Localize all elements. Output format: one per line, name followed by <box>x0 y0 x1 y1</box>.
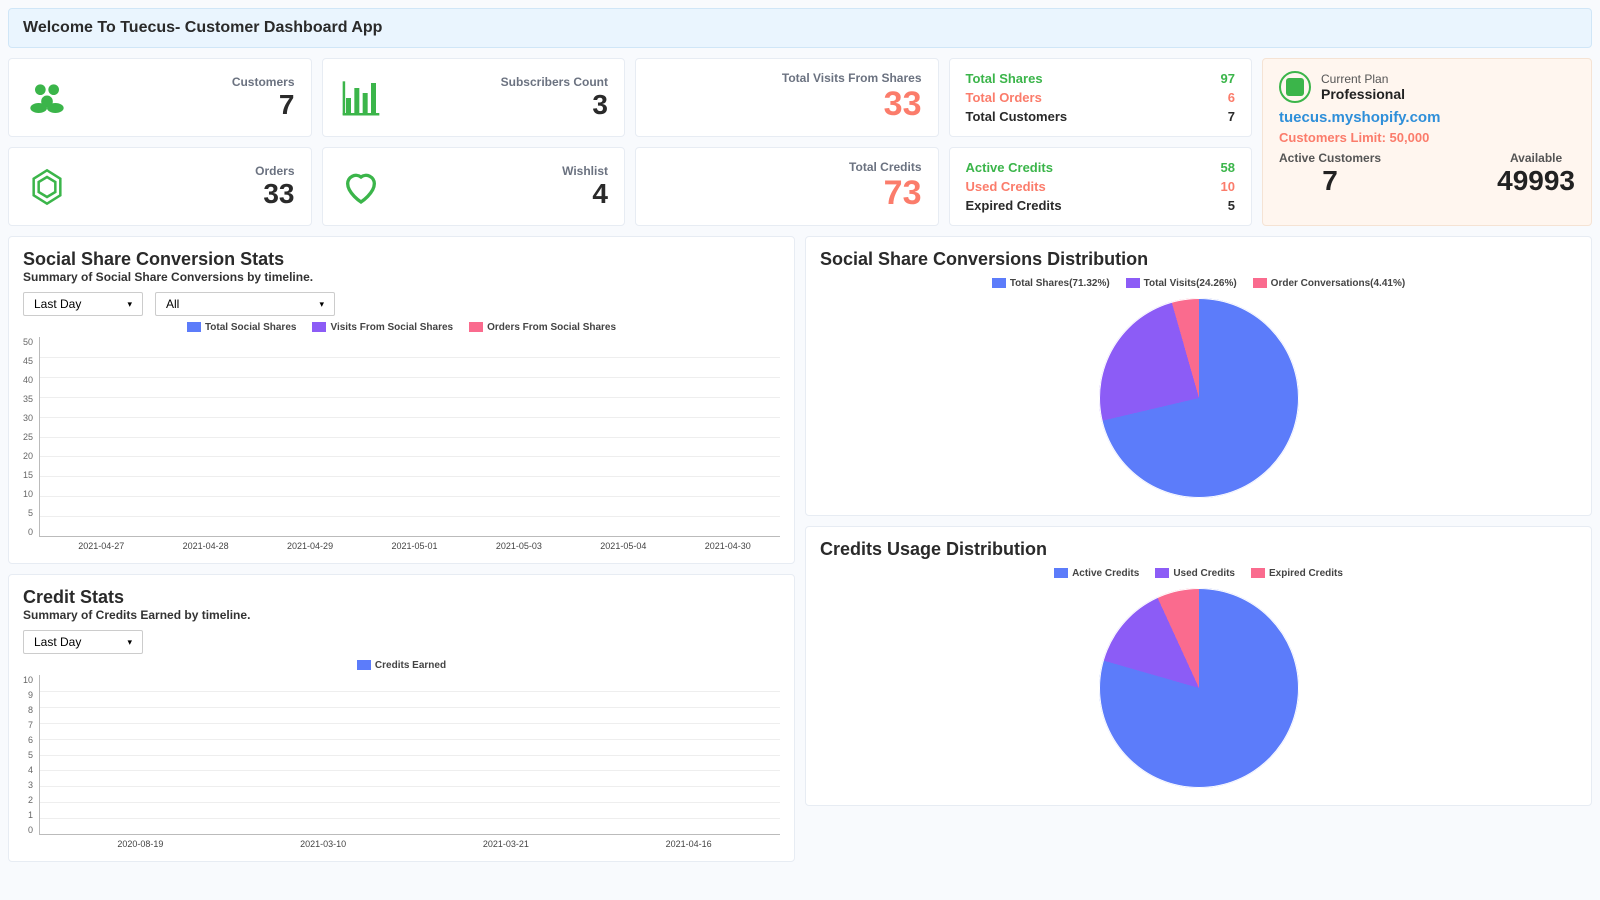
metric-card: Subscribers Count3 <box>322 58 626 137</box>
plan-limit: Customers Limit: 50,000 <box>1279 130 1575 145</box>
chart-subtitle: Summary of Credits Earned by timeline. <box>23 608 780 622</box>
credits-usage-pie-card: Credits Usage Distribution Active Credit… <box>805 526 1592 806</box>
chart-title: Social Share Conversion Stats <box>23 249 780 270</box>
chevron-down-icon <box>127 299 132 310</box>
social-share-pie-card: Social Share Conversions Distribution To… <box>805 236 1592 516</box>
stats-card: Total Shares97Total Orders6Total Custome… <box>949 58 1253 137</box>
plan-domain: tuecus.myshopify.com <box>1279 109 1575 126</box>
chart-title: Credit Stats <box>23 587 780 608</box>
users-icon <box>25 78 69 118</box>
plan-card: Current Plan Professional tuecus.myshopi… <box>1262 58 1592 226</box>
metric-value: 33 <box>652 85 922 124</box>
page-title: Welcome To Tuecus- Customer Dashboard Ap… <box>8 8 1592 48</box>
metric-card: Orders33 <box>8 147 312 226</box>
plan-name: Professional <box>1321 86 1405 102</box>
metric-card: Wishlist4 <box>322 147 626 226</box>
metric-card: Customers7 <box>8 58 312 137</box>
active-customers-label: Active Customers <box>1279 151 1381 165</box>
metric-label: Total Visits From Shares <box>652 71 922 85</box>
metric-card: Total Visits From Shares33 <box>635 58 939 137</box>
first-order-icon <box>25 167 69 207</box>
chevron-down-icon <box>127 637 132 648</box>
chart-legend: Credits Earned <box>23 660 780 671</box>
time-range-select[interactable]: Last Day <box>23 630 143 654</box>
bars-icon <box>339 78 383 118</box>
chevron-down-icon <box>319 299 324 310</box>
available-label: Available <box>1497 151 1575 165</box>
current-plan-label: Current Plan <box>1321 72 1405 86</box>
time-range-select[interactable]: Last Day <box>23 292 143 316</box>
metric-value: 4 <box>399 178 609 210</box>
metric-label: Orders <box>85 164 295 178</box>
chart-legend: Total Shares(71.32%)Total Visits(24.26%)… <box>820 278 1577 289</box>
pie-chart <box>1099 588 1299 788</box>
metric-label: Subscribers Count <box>399 75 609 89</box>
metric-label: Customers <box>85 75 295 89</box>
active-customers-value: 7 <box>1279 165 1381 197</box>
metric-value: 7 <box>85 89 295 121</box>
metric-label: Wishlist <box>399 164 609 178</box>
metric-value: 33 <box>85 178 295 210</box>
chart-title: Social Share Conversions Distribution <box>820 249 1577 270</box>
heart-icon <box>339 167 383 207</box>
metric-value: 73 <box>652 174 922 213</box>
metric-label: Total Credits <box>652 160 922 174</box>
filter-select[interactable]: All <box>155 292 335 316</box>
credit-stats-card: Credit Stats Summary of Credits Earned b… <box>8 574 795 862</box>
metric-value: 3 <box>399 89 609 121</box>
available-value: 49993 <box>1497 165 1575 197</box>
chart-legend: Active CreditsUsed CreditsExpired Credit… <box>820 568 1577 579</box>
pie-chart <box>1099 298 1299 498</box>
social-share-bar-card: Social Share Conversion Stats Summary of… <box>8 236 795 564</box>
chart-title: Credits Usage Distribution <box>820 539 1577 560</box>
plan-icon <box>1279 71 1311 103</box>
chart-subtitle: Summary of Social Share Conversions by t… <box>23 270 780 284</box>
stats-card: Active Credits58Used Credits10Expired Cr… <box>949 147 1253 226</box>
chart-legend: Total Social SharesVisits From Social Sh… <box>23 322 780 333</box>
metric-card: Total Credits73 <box>635 147 939 226</box>
